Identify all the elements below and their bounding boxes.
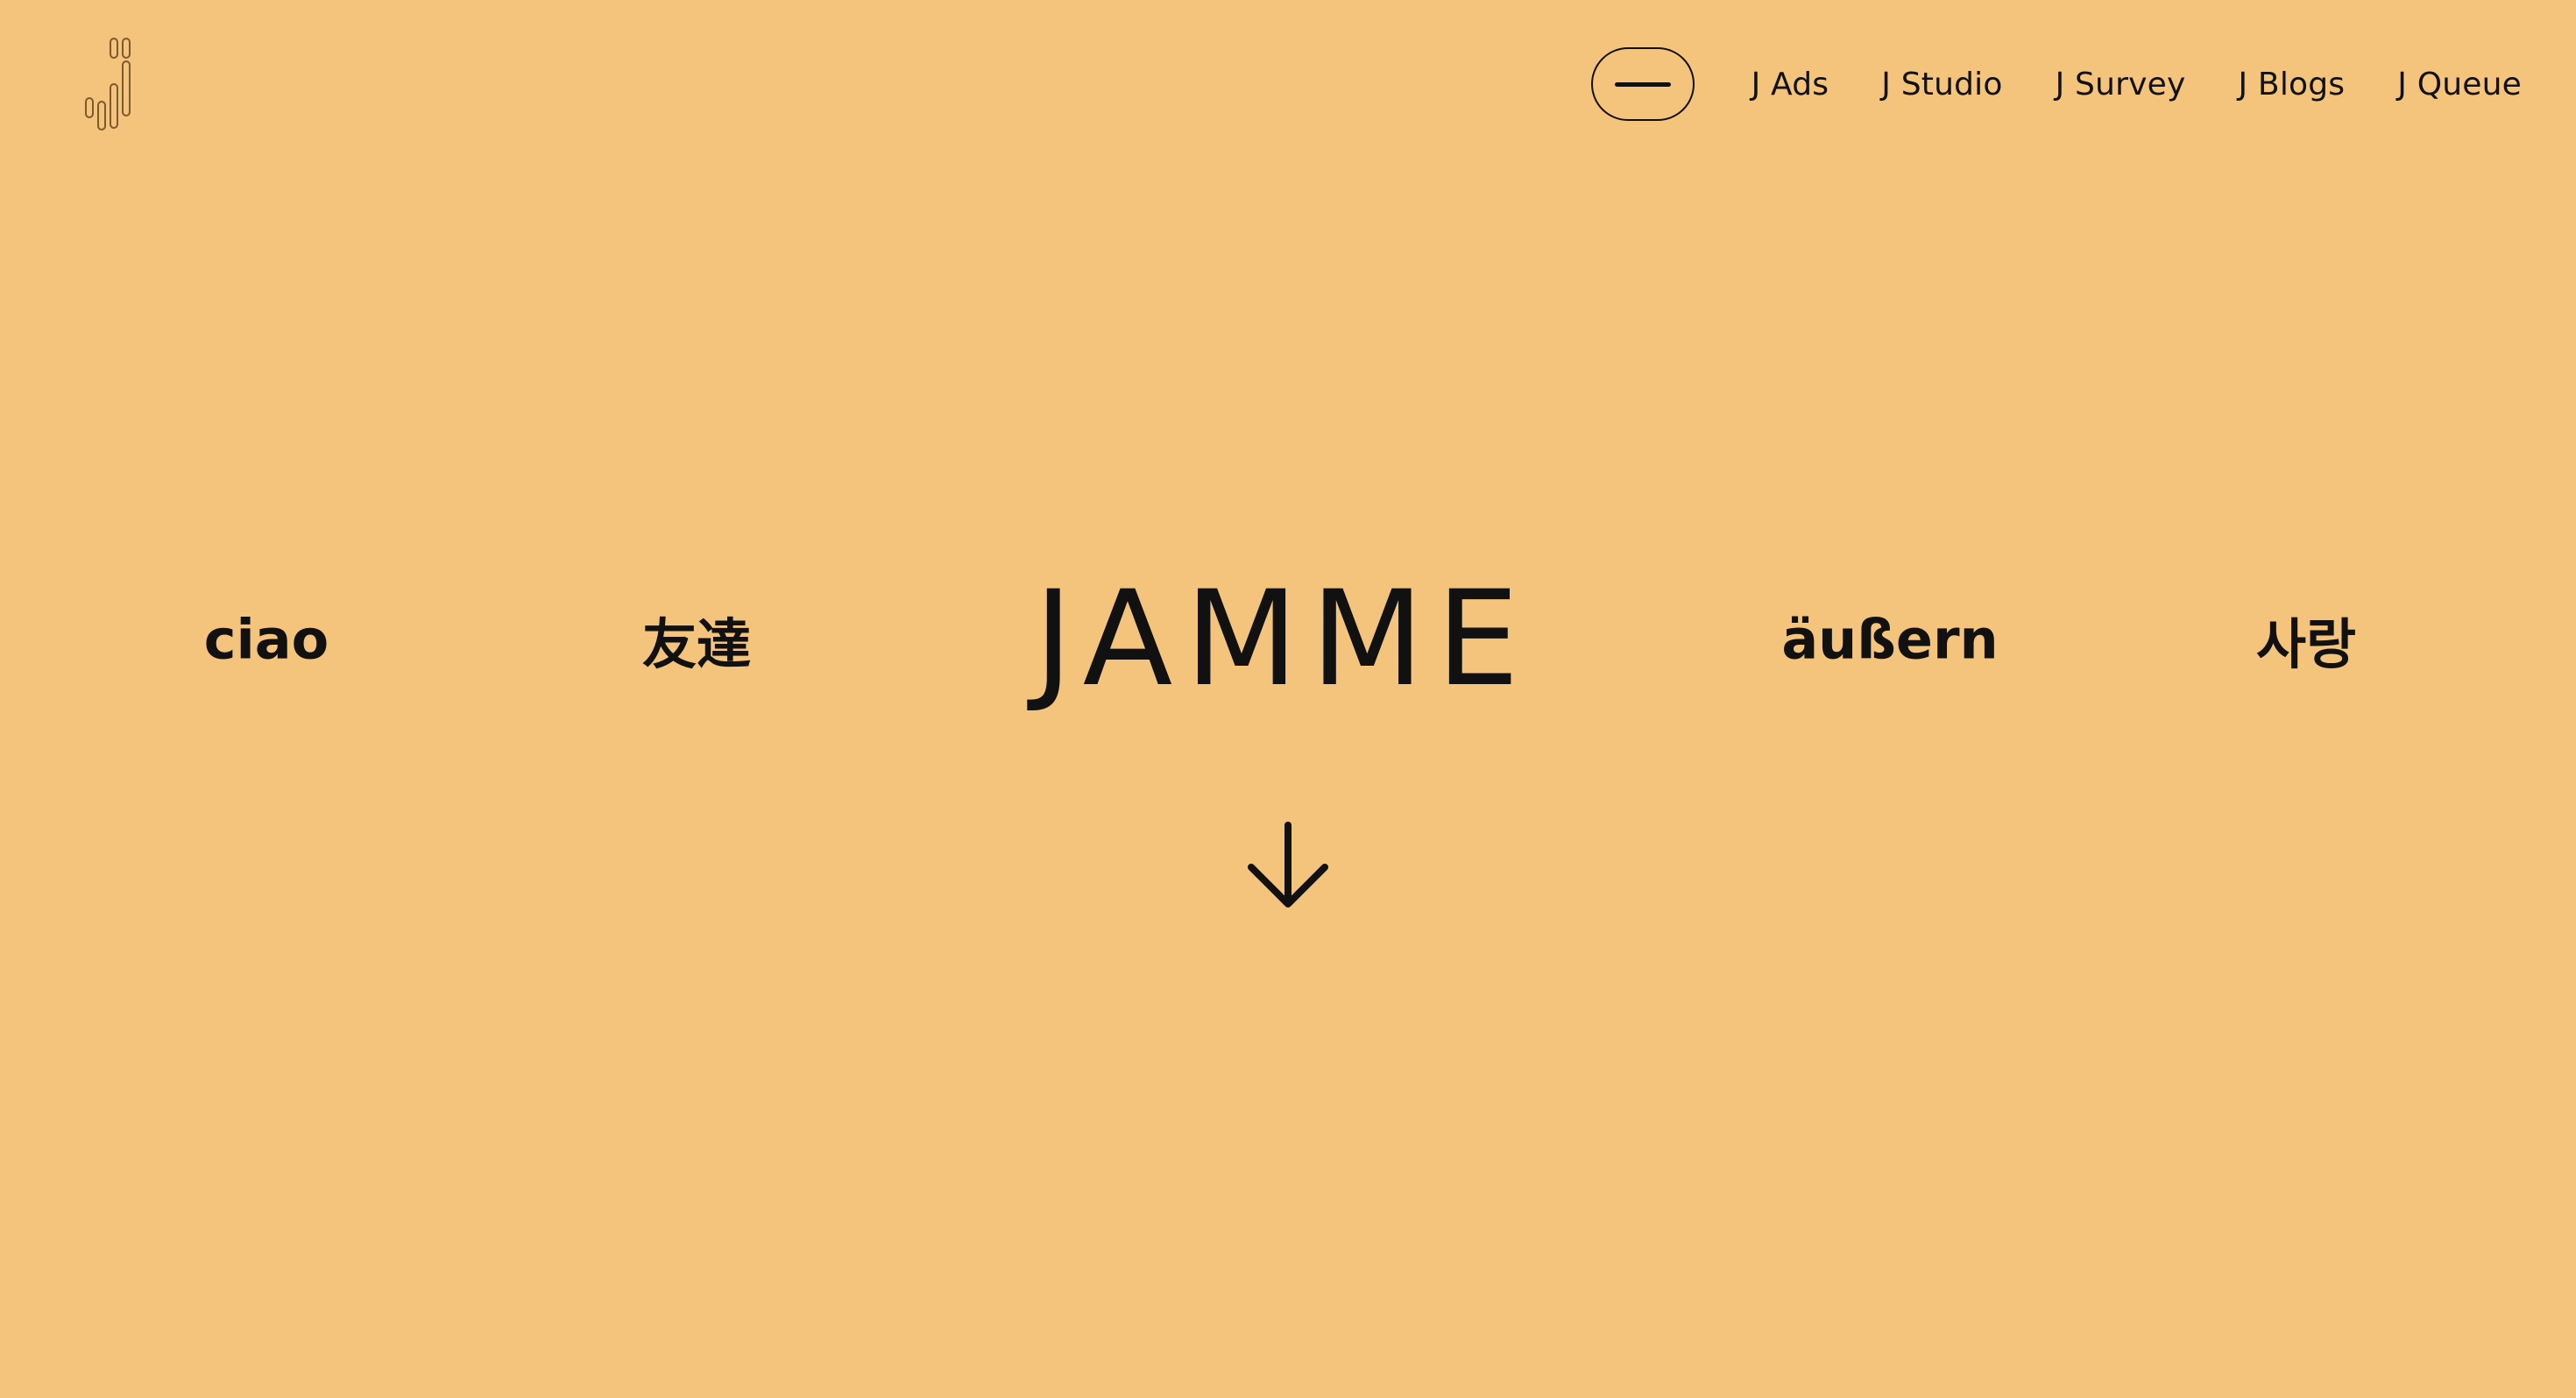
hero-words: ciao 友達 JAMME äußern 사랑 bbox=[0, 561, 2576, 718]
nav-link-j-ads[interactable]: J Ads bbox=[1752, 67, 1829, 102]
top-nav: J Ads J Studio J Survey J Blogs J Queue bbox=[1752, 58, 2522, 110]
hero-word-sarang: 사랑 bbox=[2255, 612, 2357, 676]
hero-word-ciao: ciao bbox=[203, 607, 329, 672]
brand-title: JAMME bbox=[1034, 563, 1532, 716]
nav-link-j-survey[interactable]: J Survey bbox=[2056, 67, 2186, 102]
equalizer-bars-logo-icon bbox=[85, 38, 131, 131]
nav-link-j-queue[interactable]: J Queue bbox=[2397, 67, 2522, 102]
hero-word-tomodachi: 友達 bbox=[641, 612, 752, 676]
arrow-down-icon bbox=[1248, 822, 1328, 907]
nav-link-j-blogs[interactable]: J Blogs bbox=[2238, 67, 2345, 102]
hero-word-aeussern: äußern bbox=[1781, 607, 1999, 672]
logo[interactable] bbox=[79, 32, 149, 137]
menu-button[interactable] bbox=[1591, 47, 1695, 121]
scroll-down-button[interactable] bbox=[1244, 818, 1332, 914]
nav-link-j-studio[interactable]: J Studio bbox=[1881, 67, 2002, 102]
hamburger-line-icon bbox=[1615, 81, 1671, 87]
